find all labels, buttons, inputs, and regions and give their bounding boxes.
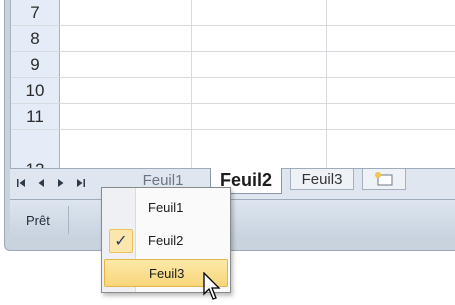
menu-item-feuil2[interactable]: ✓ Feuil2: [104, 226, 228, 254]
previous-sheet-icon: [38, 179, 44, 187]
tab-feuil3[interactable]: Feuil3: [290, 169, 354, 190]
new-sheet-icon: [375, 172, 393, 186]
row-header[interactable]: 12: [11, 130, 60, 168]
row-header[interactable]: 10: [11, 78, 60, 103]
sheet-tab-bar: Feuil1 Feuil2 Feuil3: [10, 168, 455, 200]
menu-item-label: Feuil3: [149, 265, 185, 281]
table-row: 10: [11, 78, 455, 104]
table-row: 8: [11, 26, 455, 52]
row-header[interactable]: 8: [11, 26, 60, 51]
table-row: 7: [11, 0, 455, 26]
next-sheet-icon: [58, 179, 64, 187]
status-bar: Prêt: [10, 200, 455, 240]
row-header-label: 12: [26, 160, 45, 168]
previous-sheet-button[interactable]: [34, 176, 48, 190]
status-divider: [68, 206, 69, 234]
checkmark-icon: ✓: [109, 229, 133, 253]
row-header[interactable]: 9: [11, 52, 60, 77]
insert-sheet-tab[interactable]: [362, 169, 406, 190]
last-sheet-button[interactable]: [74, 176, 88, 190]
next-sheet-button[interactable]: [54, 176, 68, 190]
table-row: 11: [11, 104, 455, 130]
table-row: 12: [11, 130, 455, 168]
menu-item-label: Feuil2: [148, 232, 184, 248]
table-row: 9: [11, 52, 455, 78]
spreadsheet-grid[interactable]: 7 8 9 10 11 12: [10, 0, 455, 168]
last-sheet-icon: [77, 179, 85, 187]
menu-item-feuil1[interactable]: Feuil1: [104, 193, 228, 221]
first-sheet-icon: [17, 179, 25, 187]
row-header[interactable]: 7: [11, 0, 60, 25]
mouse-pointer-icon: [203, 272, 221, 300]
row-header[interactable]: 11: [11, 104, 60, 129]
menu-item-label: Feuil1: [148, 199, 184, 215]
status-label: Prêt: [26, 213, 50, 228]
first-sheet-button[interactable]: [14, 176, 28, 190]
